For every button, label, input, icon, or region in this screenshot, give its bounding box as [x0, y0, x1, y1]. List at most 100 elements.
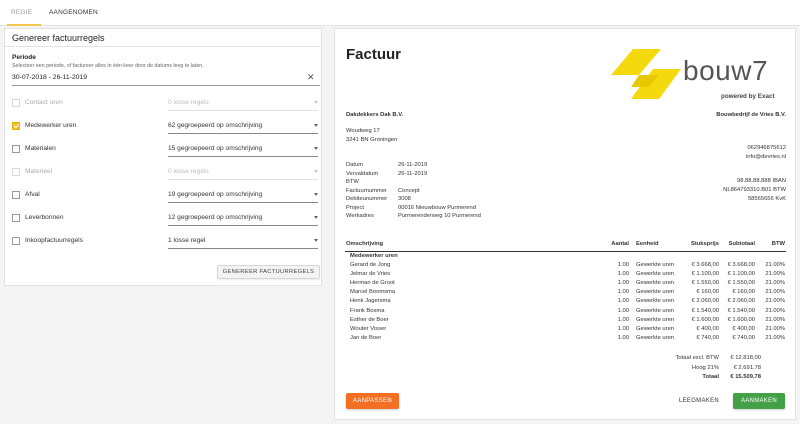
col-subtotaal: Subtotaal	[728, 241, 755, 247]
row-checkbox[interactable]	[12, 145, 20, 153]
row-label: Leverbonnen	[25, 214, 64, 221]
select-underline	[168, 179, 318, 180]
generate-lines-panel: Genereer factuurregels Periode Selecteer…	[4, 28, 322, 286]
tab-regie[interactable]: REGIE	[11, 9, 32, 16]
active-tab-indicator	[7, 24, 41, 26]
line-subtotaal: € 1.550,00	[727, 280, 755, 287]
line-aantal: 1.00	[617, 289, 629, 296]
generator-row: Afval 19 gegroepeerd op omschrijving	[5, 189, 321, 209]
row-label: Afval	[25, 191, 40, 198]
col-eenheid: Eenheid	[636, 241, 659, 247]
total-value: € 15.509,78	[730, 374, 761, 380]
line-omschrijving: Jelmar de Vries	[350, 271, 391, 278]
meta-value: 26-11-2019	[398, 170, 428, 177]
line-subtotaal: € 3.668,00	[727, 262, 755, 268]
logo-subtitle: powered by Exact	[721, 93, 775, 100]
tab-aangenomen[interactable]: AANGENOMEN	[49, 9, 98, 16]
total-value: € 2.691,78	[733, 364, 761, 371]
select-underline	[168, 110, 318, 111]
line-subtotaal: € 1.600,00	[727, 316, 755, 323]
company-phone: 062946875612	[747, 145, 786, 151]
aanpassen-button[interactable]: AANPASSEN	[346, 393, 399, 409]
line-btw: 21.00%	[765, 271, 785, 278]
row-select[interactable]: 12 gegroepeerd op omschrijving	[163, 212, 321, 226]
invoice-preview: Factuur bouw7 powered by Exact Dakdekker…	[334, 28, 796, 420]
chevron-down-icon	[314, 101, 318, 104]
line-btw: 21.00%	[765, 289, 785, 296]
meta-value: 00016 Nieuwbouw Purmerend	[398, 204, 476, 211]
generator-row: Contact uren 0 losse regels	[5, 97, 321, 117]
row-select-value: 62 gegroepeerd op omschrijving	[168, 122, 263, 129]
row-checkbox	[12, 99, 20, 107]
line-omschrijving: Jan de Boer	[350, 334, 382, 341]
company-btw: NL864793310.B01 BTW	[723, 187, 786, 193]
row-label: Inkoopfactuurregels	[25, 237, 83, 244]
chevron-down-icon	[314, 170, 318, 173]
logo-text: bouw7	[683, 55, 769, 86]
line-aantal: 1.00	[617, 271, 629, 278]
meta-value: 26-11-2019	[398, 162, 428, 168]
invoice-title: Factuur	[346, 46, 402, 63]
row-checkbox[interactable]	[12, 214, 20, 222]
row-select-value: 15 gegroepeerd op omschrijving	[168, 145, 263, 152]
periode-label: Periode	[12, 54, 36, 61]
line-subtotaal: € 1.540,00	[727, 307, 755, 314]
line-subtotaal: € 740,00	[732, 334, 755, 341]
line-omschrijving: Wouter Visser	[350, 325, 387, 332]
chevron-down-icon	[314, 239, 318, 242]
client-name: Dakdekkers Dak B.V.	[346, 112, 404, 118]
select-underline	[168, 202, 318, 203]
line-aantal: 1.00	[617, 334, 629, 341]
row-select-value: 1 losse regel	[168, 237, 206, 244]
line-btw: 21.00%	[765, 298, 785, 305]
leegmaken-button[interactable]: LEEGMAKEN	[672, 393, 726, 409]
meta-value: Purmerenderweg 10 Purmerend	[398, 213, 481, 219]
row-checkbox[interactable]	[12, 191, 20, 199]
generator-row: Leverbonnen 12 gegroepeerd op omschrijvin…	[5, 212, 321, 232]
select-underline	[168, 156, 318, 157]
row-select[interactable]: 15 gegroepeerd op omschrijving	[163, 143, 321, 157]
line-btw: 21.00%	[765, 334, 785, 341]
meta-label: Factuurnummer	[346, 187, 387, 194]
periode-underline	[12, 85, 320, 86]
line-omschrijving: Frank Bosma	[350, 307, 385, 314]
row-label: Materialen	[25, 145, 56, 152]
generator-row: Medewerker uren 62 gegroepeerd op omschri…	[5, 120, 321, 140]
line-aantal: 1.00	[617, 307, 629, 314]
row-select[interactable]: 19 gegroepeerd op omschrijving	[163, 189, 321, 203]
meta-label: Werkadres	[346, 213, 374, 219]
logo-mark-icon	[611, 49, 681, 99]
chevron-down-icon	[314, 124, 318, 127]
meta-label: Project	[346, 204, 365, 211]
row-select[interactable]: 62 gegroepeerd op omschrijving	[163, 120, 321, 134]
row-select[interactable]: 1 losse regel	[163, 235, 321, 249]
line-aantal: 1.00	[617, 316, 629, 323]
divider	[5, 46, 321, 47]
aanmaken-button[interactable]: AANMAKEN	[733, 393, 785, 409]
generator-row: Materieel 0 losse regels	[5, 166, 321, 186]
line-aantal: 1.00	[617, 298, 629, 305]
row-select-value: 12 gegroepeerd op omschrijving	[168, 214, 263, 221]
bouw7-logo: bouw7 powered by Exact	[611, 45, 789, 103]
line-btw: 21.00%	[765, 316, 785, 323]
client-street: Woudweg 17	[346, 128, 380, 134]
row-checkbox[interactable]	[12, 237, 20, 245]
line-aantal: 1.00	[617, 262, 629, 268]
generator-row: Materialen 15 gegroepeerd op omschrijving	[5, 143, 321, 163]
clear-icon[interactable]: ✕	[307, 72, 315, 83]
generate-lines-button[interactable]: GENEREER FACTUURREGELS	[217, 265, 320, 279]
row-label: Materieel	[25, 168, 53, 175]
line-subtotaal: € 1.100,00	[727, 271, 755, 278]
line-aantal: 1.00	[617, 325, 629, 332]
meta-label: Debiteunummer	[346, 196, 388, 202]
panel-title: Genereer factuurregels	[12, 33, 105, 43]
generator-row: Inkoopfactuurregels 1 losse regel	[5, 235, 321, 255]
chevron-down-icon	[314, 216, 318, 219]
line-btw: 21.00%	[765, 262, 785, 268]
row-checkbox[interactable]	[12, 122, 20, 130]
line-omschrijving: Herman de Groot	[350, 280, 395, 287]
chevron-down-icon	[314, 147, 318, 150]
periode-input[interactable]: 30-07-2018 - 26-11-2019	[12, 74, 87, 81]
company-iban: 98.88.88.888 IBAN	[737, 178, 786, 184]
line-subtotaal: € 2.060,00	[727, 298, 755, 305]
